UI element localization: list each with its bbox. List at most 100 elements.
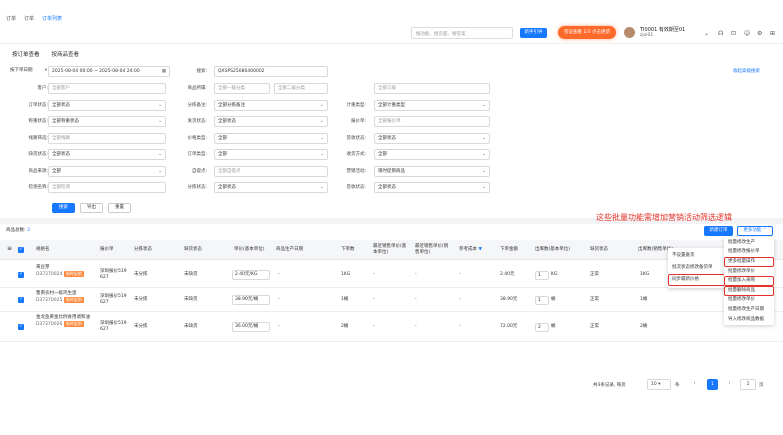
prev-page-button[interactable]: ‹ bbox=[689, 379, 700, 390]
col-out-base: 出库数(基本单位) bbox=[535, 247, 571, 252]
list-icon[interactable]: ≡ bbox=[7, 240, 12, 252]
guide-button[interactable]: 新手引导 bbox=[520, 28, 547, 38]
date-range-input[interactable]: 2025-08-04 00:00 ~ 2025-08-04 24:00 ▦ bbox=[48, 66, 170, 77]
shortage-status-cell: 正常 bbox=[590, 297, 599, 302]
menu-item-more-batch[interactable]: 更多批量操作 bbox=[724, 257, 774, 267]
chevron-down-icon[interactable]: ⌄ bbox=[704, 30, 709, 37]
grid-icon[interactable]: ⊞ bbox=[770, 30, 775, 37]
table-row[interactable]: ✓ 鲁南农村一级鸡生蛋 D37270025 限时促销 深圳报价519 627 未分… bbox=[0, 288, 783, 312]
filter-input[interactable]: 全部三级 bbox=[374, 83, 490, 94]
filter-select[interactable]: 全部状态 ⌄ bbox=[48, 99, 166, 111]
unit-price-input[interactable]: 38.90元/桶 bbox=[232, 295, 270, 305]
new-order-button[interactable]: 新建订单 bbox=[704, 226, 733, 236]
filter-label: 计重类型: bbox=[346, 102, 366, 108]
search-input[interactable]: QXSPS25080400002 bbox=[214, 66, 328, 77]
filter-select[interactable]: 全部 ⌄ bbox=[214, 149, 328, 160]
search-button[interactable]: 搜索 bbox=[52, 203, 75, 213]
chevron-down-icon: ⌄ bbox=[158, 102, 162, 108]
filter-value: 全部一级分类 bbox=[218, 86, 245, 91]
filter-select[interactable]: 全部状态 ⌄ bbox=[214, 182, 328, 193]
tab-by-order[interactable]: 按订单查看 bbox=[12, 50, 40, 60]
sort-icon: ▼ bbox=[478, 247, 482, 252]
product-code: D37270024 bbox=[36, 272, 63, 277]
reset-button[interactable]: 重置 bbox=[108, 203, 131, 213]
filter-select[interactable]: 全部计重类型 ⌄ bbox=[374, 99, 490, 111]
promo-tag: 限时促销 bbox=[63, 297, 84, 303]
menu-item-no-stock[interactable]: 不设置备货 bbox=[668, 250, 728, 262]
filter-input[interactable]: 全部客户 bbox=[48, 83, 166, 94]
out-unit-cell: 桶 bbox=[551, 297, 556, 302]
page-button-current[interactable]: 1 bbox=[707, 379, 718, 390]
smile-icon[interactable]: ☺ bbox=[744, 30, 750, 37]
goto-page-input[interactable]: 1 bbox=[740, 379, 756, 390]
filter-select[interactable]: 全部状态 ⌄ bbox=[374, 182, 490, 193]
filter-select[interactable]: 全部 ⌄ bbox=[374, 149, 490, 160]
out-base-input[interactable]: 1 bbox=[535, 270, 549, 280]
export-button[interactable]: 导出 bbox=[80, 203, 103, 213]
filter-input[interactable]: 全部线路 bbox=[48, 132, 166, 144]
page-size-select[interactable]: 10 ▾ bbox=[647, 379, 671, 390]
filter-input[interactable]: 全部检测 bbox=[48, 182, 166, 193]
ref-cost-cell: - bbox=[459, 272, 461, 277]
menu-item-batch-quote[interactable]: 批量修改报价单 bbox=[724, 248, 774, 258]
filter-input[interactable]: 全部报价单 bbox=[374, 116, 490, 127]
out-sale-cell: 1桶 bbox=[640, 297, 648, 302]
unit-price-input[interactable]: 2.40元/KG bbox=[232, 270, 270, 280]
out-base-input[interactable]: 1 bbox=[535, 295, 549, 305]
headset-icon[interactable]: ☊ bbox=[718, 30, 723, 37]
menu-item-batch-prod[interactable]: 批量修改生产 bbox=[724, 238, 774, 248]
menu-item-sync-price[interactable]: 同步最新价格 bbox=[668, 274, 728, 286]
filter-value: 全部分拣备注 bbox=[218, 102, 245, 108]
update-button[interactable]: 签证查看 1/3 点击更新 bbox=[558, 26, 616, 39]
avatar[interactable] bbox=[624, 27, 635, 38]
gear-icon[interactable]: ⚙ bbox=[757, 30, 762, 37]
breadcrumb-item[interactable]: 订单 bbox=[24, 15, 34, 22]
filter-select[interactable]: 全部状态 ⌄ bbox=[214, 116, 328, 127]
col-ref-cost[interactable]: 参考成本 ▼ bbox=[459, 240, 482, 253]
filter-value: 全部 bbox=[52, 168, 61, 174]
col-spec-name: 规格名 bbox=[36, 247, 50, 252]
select-all-checkbox[interactable]: ✓ bbox=[18, 247, 24, 253]
table-row[interactable]: ✓ 黄豆芽 D37270024 限时促销 深圳报价519 627 未分拣 未缺货 2.… bbox=[0, 262, 783, 288]
filter-input[interactable]: 全部二级分类 bbox=[274, 83, 328, 94]
filter-select[interactable]: 限时促销商品 ⌄ bbox=[374, 165, 490, 177]
global-search-input[interactable]: 搜功能、搜页面、搜答案 bbox=[411, 27, 513, 39]
filter-select[interactable]: 全部 ⌄ bbox=[214, 132, 328, 144]
filter-value: 全部自提点 bbox=[218, 168, 241, 174]
row-checkbox[interactable]: ✓ bbox=[18, 324, 24, 330]
order-amount-cell: 72.00元 bbox=[500, 324, 518, 329]
stock-status-cell: 未缺货 bbox=[184, 324, 198, 329]
filter-select[interactable]: 全部分拣备注 ⌄ bbox=[214, 99, 328, 111]
menu-item-batch-delete[interactable]: 批量删除商品 bbox=[724, 285, 774, 296]
shortage-status-cell: 正常 bbox=[590, 272, 599, 277]
filter-input[interactable]: 全部一级分类 bbox=[214, 83, 270, 94]
menu-item-import[interactable]: 导入修改商品数据 bbox=[724, 315, 774, 325]
row-checkbox[interactable]: ✓ bbox=[18, 297, 24, 303]
breadcrumb-item[interactable]: 订单列表 bbox=[42, 15, 62, 22]
chevron-down-icon: ⌄ bbox=[320, 185, 324, 190]
menu-item-batch-prod-date[interactable]: 批量修改生产日期 bbox=[724, 305, 774, 315]
user-info[interactable]: TI0001 有效期至01 zjxi01 bbox=[640, 27, 685, 39]
out-base-input[interactable]: 2 bbox=[535, 322, 549, 332]
menu-item-batch-price[interactable]: 批量修改单价 bbox=[724, 267, 774, 277]
tab-by-product[interactable]: 按商品查看 bbox=[52, 50, 80, 60]
col-stock-status: 缺货状态 bbox=[184, 247, 202, 252]
filter-select[interactable]: 全部状态 ⌄ bbox=[374, 132, 490, 144]
menu-item-batch-purchase[interactable]: 批量加入采购 bbox=[724, 276, 774, 286]
menu-item-batch-price-2[interactable]: 批量修改单价 bbox=[724, 296, 774, 306]
filter-input[interactable]: 全部自提点 bbox=[214, 165, 328, 177]
menu-item-batch-status[interactable]: 批次状态修改备货单 bbox=[668, 262, 728, 274]
date-type-select[interactable]: 按下单日期 ▾ bbox=[7, 66, 47, 77]
filter-select[interactable]: 全部 ⌄ bbox=[48, 165, 166, 177]
collapse-advanced-link[interactable]: 收起高级搜索 bbox=[733, 68, 760, 74]
row-checkbox[interactable]: ✓ bbox=[18, 272, 24, 278]
breadcrumb-item[interactable]: 订单 bbox=[6, 15, 16, 22]
cart-icon[interactable]: ⊡ bbox=[731, 30, 736, 37]
table-row[interactable]: ✓ 金龙鱼黄金比例食用调和油 D37270026 限时促销 深圳报价519 62… bbox=[0, 312, 783, 342]
next-page-button[interactable]: › bbox=[724, 379, 735, 390]
filter-select[interactable]: 全部状态 ⌄ bbox=[48, 149, 166, 160]
unit-price-input[interactable]: 36.00元/桶 bbox=[232, 322, 270, 332]
more-functions-button[interactable]: 更多功能 ⌃ bbox=[737, 226, 773, 236]
chevron-down-icon: ⌄ bbox=[320, 152, 324, 157]
filter-select[interactable]: 全部称重状态 ⌄ bbox=[48, 116, 166, 127]
